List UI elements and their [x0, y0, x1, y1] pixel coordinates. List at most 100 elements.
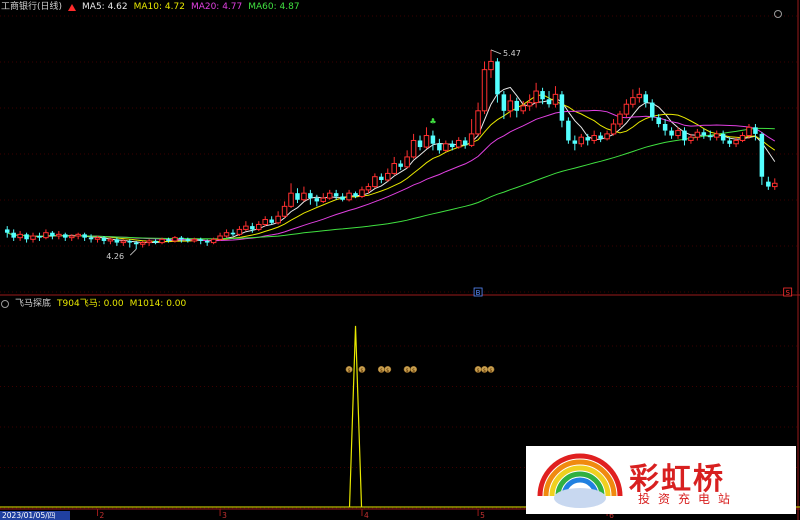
candle-body	[11, 232, 16, 238]
ma-label-3: MA60: 4.87	[248, 2, 300, 12]
candle-body	[514, 100, 520, 111]
candle-body	[288, 192, 294, 207]
panel-title[interactable]: 工商银行(日线)	[1, 0, 62, 14]
high-annotation: 5.47	[503, 49, 521, 58]
candle-body	[223, 232, 230, 237]
candle-body	[101, 237, 107, 241]
candle-body	[604, 133, 610, 140]
candle-body	[166, 239, 171, 241]
candle-body	[217, 235, 223, 240]
candle-body	[572, 140, 578, 144]
candle-body	[391, 163, 397, 174]
candle-body	[559, 94, 565, 121]
indicator-spike	[348, 325, 363, 508]
candle-body	[682, 130, 687, 141]
candle-body	[443, 143, 449, 151]
rainbow-icon	[537, 453, 623, 508]
candle-body	[591, 135, 597, 141]
candle-body	[753, 127, 758, 134]
candle-body	[153, 240, 158, 243]
candle-body	[281, 205, 288, 217]
candle-body	[540, 91, 545, 100]
candle-body	[772, 182, 778, 188]
candle-body	[701, 132, 707, 136]
candle-body	[462, 140, 468, 146]
candle-body	[739, 135, 746, 141]
candle-body	[308, 193, 313, 199]
ma10-line	[7, 94, 776, 243]
ma20-line	[7, 109, 776, 242]
candle-body	[675, 130, 681, 137]
candle-body	[43, 232, 49, 239]
candle-body	[552, 93, 559, 105]
candle-body	[481, 69, 488, 112]
date-label: 2023/01/05/四	[2, 511, 55, 520]
ma-lines	[7, 86, 776, 244]
price-header: 工商银行(日线) MA5: 4.62 MA10: 4.72 MA20: 4.77 MA…	[1, 0, 300, 14]
candle-body	[688, 136, 694, 141]
candle-body	[191, 238, 198, 242]
money-bag-glyph: $	[412, 368, 415, 374]
candle-body	[75, 233, 81, 237]
gear-icon[interactable]	[774, 3, 782, 22]
candle-body	[320, 197, 327, 202]
candle-body	[120, 240, 127, 244]
indicator-m1014: M1014: 0.00	[129, 299, 187, 309]
candle-body	[507, 100, 514, 112]
candle-body	[578, 136, 585, 145]
buy-glyph-icon: ♣	[429, 117, 436, 126]
indicator-t904: T904飞马: 0.00	[57, 299, 124, 309]
candle-body	[533, 90, 539, 104]
candle-body	[295, 193, 300, 200]
candle-body	[365, 186, 372, 191]
annotation-pointer	[490, 49, 502, 55]
candle-body	[314, 198, 320, 202]
candle-body	[4, 229, 10, 233]
candle-body	[359, 189, 365, 197]
candle-body	[333, 193, 339, 197]
candle-body	[630, 97, 636, 105]
ma-label-0: MA5: 4.62	[82, 2, 128, 12]
indicator-name[interactable]: 飞马探底	[15, 297, 51, 311]
candle-body	[17, 233, 23, 239]
watermark-sub: 投资充电站	[638, 492, 739, 506]
candle-body	[385, 172, 391, 181]
money-bag-glyph: $	[360, 368, 363, 374]
candle-body	[708, 135, 713, 138]
date-label: 5	[480, 511, 485, 520]
candle-body	[346, 192, 352, 201]
candle-body	[56, 233, 62, 237]
candle-body	[326, 192, 333, 199]
date-label: 3	[222, 511, 227, 520]
candle-body	[107, 238, 114, 242]
date-axis: 2023/01/05/四 2 3 4 5 6	[0, 509, 614, 520]
money-bag-glyph: $	[347, 368, 350, 374]
candle-body	[417, 140, 423, 148]
candle-body	[437, 143, 442, 151]
candle-body	[179, 237, 184, 240]
candle-body	[423, 135, 430, 148]
candle-body	[250, 226, 255, 230]
candle-body	[230, 232, 236, 235]
candle-body	[243, 225, 249, 230]
signal-marker: B	[476, 289, 481, 297]
candle-body	[379, 176, 384, 180]
candle-body	[210, 238, 217, 244]
candle-body	[185, 239, 191, 241]
date-label: 4	[364, 511, 369, 520]
candle-body	[404, 156, 410, 168]
candle-body	[410, 139, 417, 158]
money-bag-glyph: $	[386, 368, 389, 374]
candle-body	[275, 215, 281, 224]
candle-body	[450, 143, 455, 148]
candle-body	[50, 232, 55, 236]
candle-body	[68, 235, 75, 239]
candle-body	[727, 140, 732, 144]
gear-icon[interactable]	[1, 300, 9, 308]
candle-body	[720, 133, 726, 141]
candle-body	[204, 240, 210, 243]
ma60-line	[7, 127, 775, 240]
candle-body	[623, 103, 630, 115]
candle-body	[82, 234, 87, 238]
money-bag-glyph: $	[489, 368, 492, 374]
